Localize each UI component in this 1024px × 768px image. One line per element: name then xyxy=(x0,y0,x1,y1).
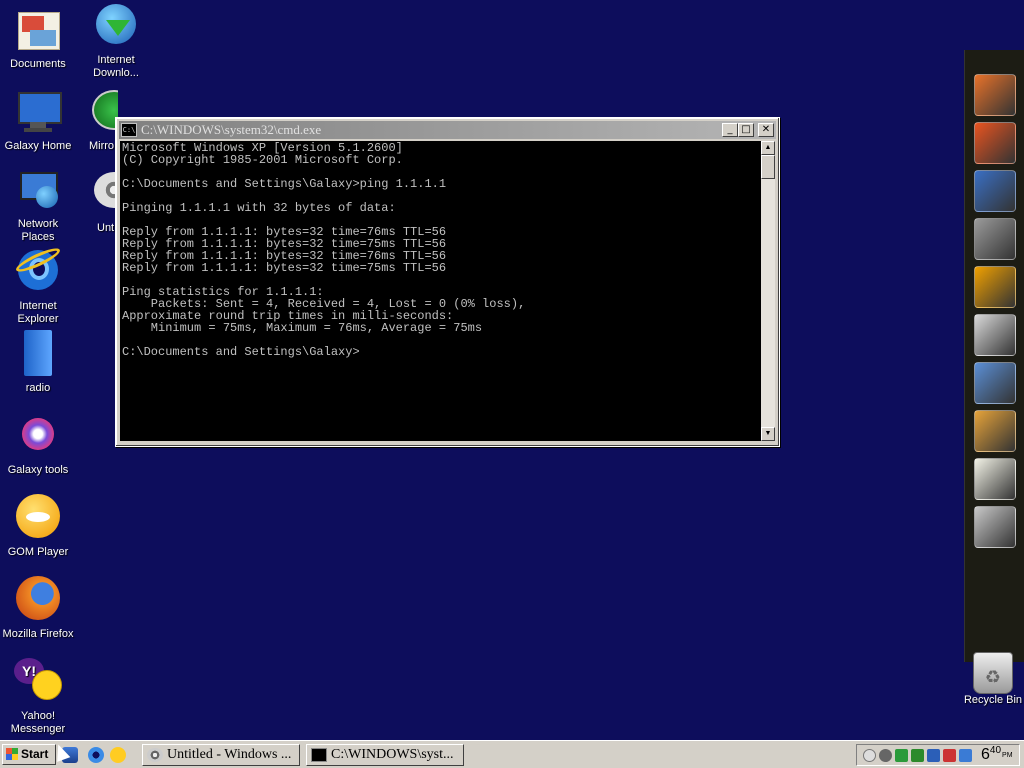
internet-download-manager-icon xyxy=(92,2,140,50)
movie-maker-icon xyxy=(147,748,163,762)
taskbar: Start Untitled - Windows ... C:\WINDOWS\… xyxy=(0,740,1024,768)
desktop-icon-internet-download-manager[interactable]: Internet Downlo... xyxy=(78,2,154,80)
window-titlebar[interactable]: C:\ C:\WINDOWS\system32\cmd.exe _ □ ✕ xyxy=(119,121,776,139)
desktop-icon-label: GOM Player xyxy=(7,546,69,558)
desktop-icon-documents[interactable]: Documents xyxy=(0,6,76,71)
task-label: C:\WINDOWS\syst... xyxy=(331,747,454,762)
desktop-icon-gom-player[interactable]: GOM Player xyxy=(0,494,76,559)
scroll-thumb[interactable] xyxy=(761,155,775,179)
windows-flag-icon xyxy=(6,748,18,760)
console-line: Minimum = 75ms, Maximum = 76ms, Average … xyxy=(122,321,483,335)
task-label: Untitled - Windows ... xyxy=(167,747,292,762)
language-tray-icon[interactable] xyxy=(927,749,940,762)
scroll-down-button[interactable]: ▼ xyxy=(761,427,775,441)
download-tray-icon[interactable] xyxy=(911,749,924,762)
messenger-tray-icon[interactable] xyxy=(863,749,876,762)
network-places-icon xyxy=(14,166,62,214)
desktop-icon-untitled[interactable]: Unt xyxy=(78,170,118,235)
console-line: Pinging 1.1.1.1 with 32 bytes of data: xyxy=(122,201,396,215)
galaxy-tools-icon xyxy=(14,412,62,460)
notepad-icon[interactable] xyxy=(974,458,1016,500)
desktop-icon-label: Galaxy tools xyxy=(7,464,69,476)
console-line: Reply from 1.1.1.1: bytes=32 time=75ms T… xyxy=(122,261,447,275)
network-tray-icon[interactable] xyxy=(879,749,892,762)
internet-explorer-icon[interactable] xyxy=(88,747,104,763)
desktop-icon-label: Recycle Bin xyxy=(963,694,1023,706)
desktop-icon-label: Network Places xyxy=(17,218,59,243)
text-editor-icon[interactable] xyxy=(974,170,1016,212)
cmd-icon: C:\ xyxy=(121,123,137,137)
vertical-scrollbar[interactable]: ▲ ▼ xyxy=(761,141,775,441)
desktop-icon-label: Galaxy Home xyxy=(4,140,72,152)
desktop-icon-galaxy-tools[interactable]: Galaxy tools xyxy=(0,412,76,477)
start-button[interactable]: Start xyxy=(2,744,56,765)
users-group-icon[interactable] xyxy=(974,266,1016,308)
taskbar-task-movie-maker[interactable]: Untitled - Windows ... xyxy=(142,744,300,766)
computer-monitor-icon xyxy=(14,88,62,136)
taskbar-task-cmd[interactable]: C:\WINDOWS\syst... xyxy=(306,744,464,766)
desktop-icon-yahoo-messenger[interactable]: Y! Yahoo! Messenger xyxy=(0,658,76,736)
desktop-icon-label: Mozilla Firefox xyxy=(2,628,74,640)
scroll-up-button[interactable]: ▲ xyxy=(761,141,775,155)
clock-hour: 6 xyxy=(981,746,990,763)
console-line: C:\Documents and Settings\Galaxy> xyxy=(122,345,360,359)
internet-explorer-icon xyxy=(13,244,63,296)
desktop-icon-label: radio xyxy=(25,382,51,394)
ubuntu-icon[interactable] xyxy=(974,122,1016,164)
console-output[interactable]: Microsoft Windows XP [Version 5.1.2600](… xyxy=(120,141,761,441)
window-title: C:\WINDOWS\system32\cmd.exe xyxy=(141,122,322,137)
settings-gears-icon[interactable] xyxy=(974,218,1016,260)
security-tray-icon[interactable] xyxy=(943,749,956,762)
chrome-icon[interactable] xyxy=(974,314,1016,356)
application-dock xyxy=(964,50,1024,662)
desktop-icon-mirro[interactable]: Mirro xyxy=(78,88,118,153)
clock-ampm: PM xyxy=(1002,752,1013,759)
desktop-icon-label: Unt xyxy=(97,222,115,234)
firefox-icon xyxy=(14,576,62,624)
yahoo-messenger-icon: Y! xyxy=(14,658,62,706)
blue-folder-icon xyxy=(14,330,62,378)
itunes-icon[interactable] xyxy=(974,362,1016,404)
firefox-icon[interactable] xyxy=(974,74,1016,116)
antivirus-tray-icon[interactable] xyxy=(895,749,908,762)
display-tray-icon[interactable] xyxy=(959,749,972,762)
desktop-icon-network-places[interactable]: Network Places xyxy=(0,166,76,244)
start-label: Start xyxy=(21,747,49,761)
desktop-icon-label: Documents xyxy=(10,58,66,70)
clock-minutes: 40 xyxy=(989,745,1002,756)
maximize-button[interactable]: □ xyxy=(738,123,754,137)
gom-player-icon xyxy=(14,494,62,542)
recycle-bin-icon xyxy=(973,652,1013,694)
close-button[interactable]: ✕ xyxy=(758,123,774,137)
desktop-icon-label: Mirro xyxy=(89,140,115,152)
desktop-icon-label: Yahoo! Messenger xyxy=(10,710,66,735)
cmd-window[interactable]: C:\ C:\WINDOWS\system32\cmd.exe _ □ ✕ Mi… xyxy=(115,117,780,447)
desktop-icon-internet-explorer[interactable]: Internet Explorer xyxy=(0,244,76,326)
desktop-icon-mozilla-firefox[interactable]: Mozilla Firefox xyxy=(0,576,76,641)
console-line: C:\Documents and Settings\Galaxy>ping 1.… xyxy=(122,177,447,191)
cmd-icon xyxy=(311,748,327,762)
desktop-icon-galaxy-home[interactable]: Galaxy Home xyxy=(0,88,76,153)
desktop-icon-radio[interactable]: radio xyxy=(0,330,76,395)
paint-palette-icon[interactable] xyxy=(974,410,1016,452)
minimize-button[interactable]: _ xyxy=(722,123,738,137)
system-tray: 640PM xyxy=(856,744,1020,766)
taskbar-clock[interactable]: 640PM xyxy=(981,745,1013,768)
desktop-icon-recycle-bin[interactable]: Recycle Bin xyxy=(958,652,1024,706)
messenger-icon[interactable] xyxy=(110,747,126,763)
folder-documents-icon xyxy=(14,6,62,54)
calculator-icon[interactable] xyxy=(974,506,1016,548)
desktop-icon-label: Internet Explorer xyxy=(17,300,59,325)
console-line: (C) Copyright 1985-2001 Microsoft Corp. xyxy=(122,153,403,167)
desktop-icon-label: Internet Downlo... xyxy=(93,54,139,79)
